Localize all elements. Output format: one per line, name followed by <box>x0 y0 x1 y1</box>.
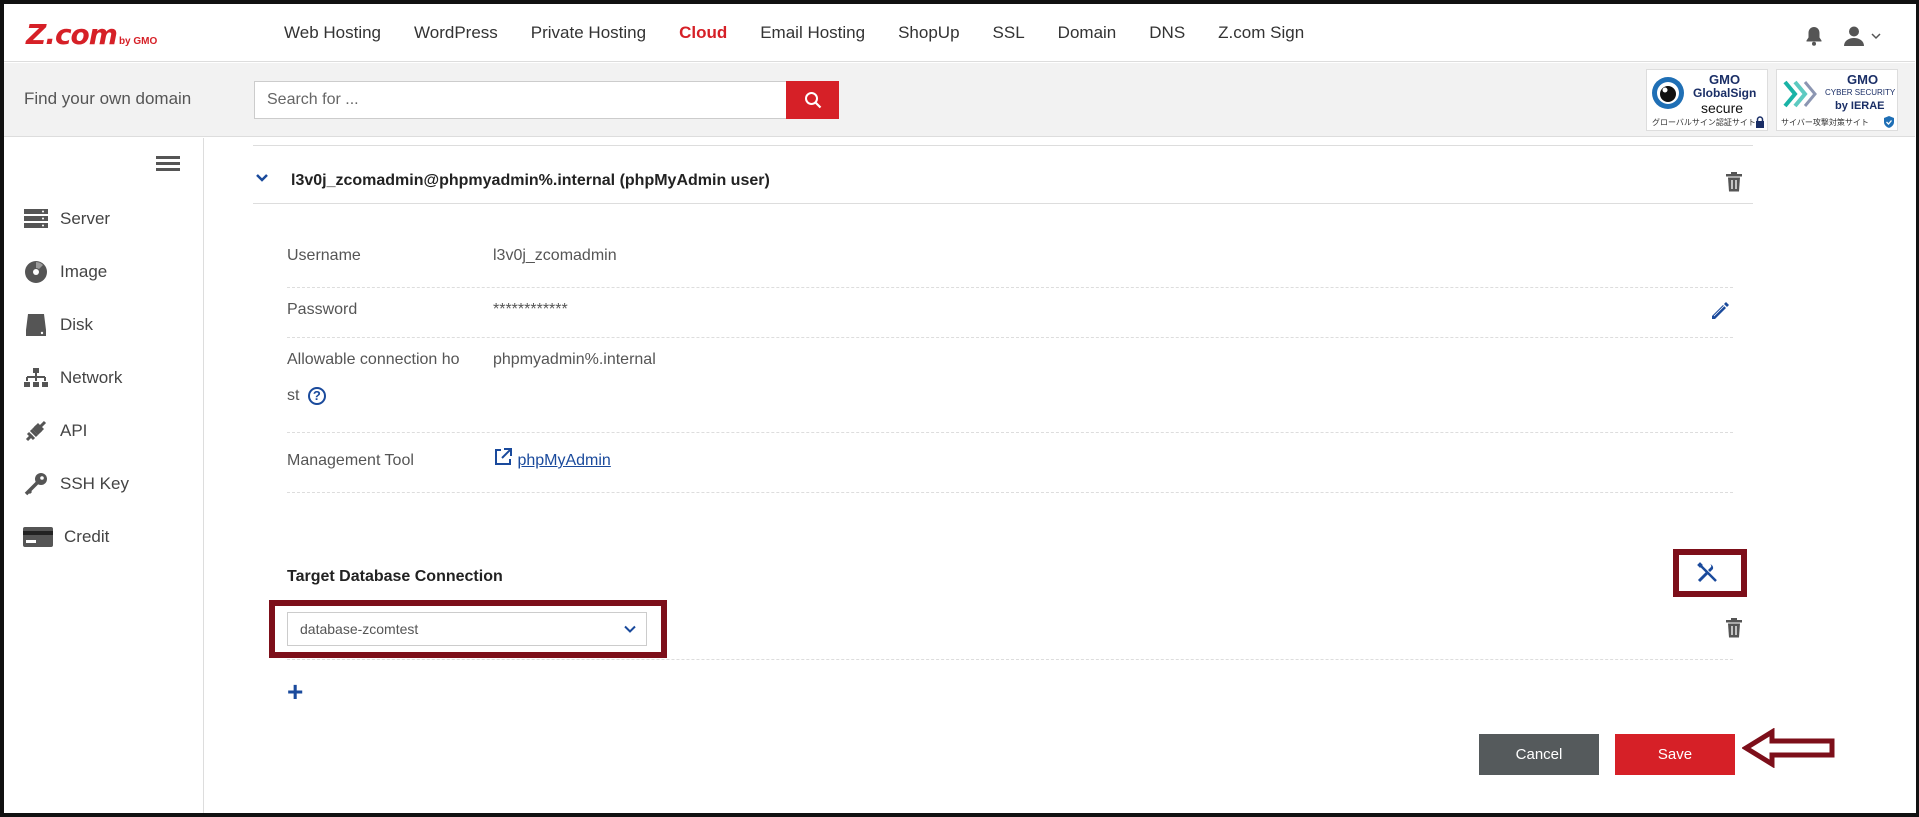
add-connection-plus-icon[interactable]: + <box>287 678 303 706</box>
db-user-accordion-header[interactable]: l3v0j_zcomadmin@phpmyadmin%.internal (ph… <box>253 160 1753 204</box>
chevron-down-icon <box>624 625 636 633</box>
allowable-host-label-line2: st <box>287 387 300 404</box>
password-row: Password ************ <box>287 288 1733 338</box>
cancel-button[interactable]: Cancel <box>1479 734 1599 775</box>
sidebar-item-label: Network <box>60 368 123 387</box>
management-tool-link-wrap: phpMyAdmin <box>493 443 611 479</box>
network-icon <box>22 366 50 390</box>
user-menu[interactable] <box>1843 24 1883 48</box>
globalsign-gmo-text: GMO <box>1709 72 1741 87</box>
sidebar-item-label: Server <box>60 209 111 228</box>
nav-shopup[interactable]: ShopUp <box>898 23 959 43</box>
management-tool-label: Management Tool <box>287 452 414 469</box>
sidebar-item-network[interactable]: Network <box>22 363 122 393</box>
main-menu: Web Hosting WordPress Private Hosting Cl… <box>284 4 1337 62</box>
tools-wrench-icon[interactable] <box>1696 562 1720 584</box>
phpmyadmin-link[interactable]: phpMyAdmin <box>517 452 610 469</box>
username-row: Username l3v0j_zcomadmin <box>287 238 1733 288</box>
sidebar-item-label: SSH Key <box>60 474 129 493</box>
ierae-footer: サイバー攻撃対策サイト <box>1781 118 1869 127</box>
sidebar-item-credit[interactable]: Credit <box>22 522 109 552</box>
nav-web-hosting[interactable]: Web Hosting <box>284 23 381 43</box>
external-link-icon <box>495 448 512 465</box>
username-label: Username <box>287 247 361 264</box>
password-label: Password <box>287 301 358 318</box>
db-user-title: l3v0j_zcomadmin@phpmyadmin%.internal (ph… <box>291 172 770 189</box>
target-db-title: Target Database Connection <box>287 568 503 585</box>
username-value: l3v0j_zcomadmin <box>493 247 617 264</box>
domain-search-input[interactable] <box>254 81 787 119</box>
credit-card-icon <box>22 525 54 549</box>
target-db-select[interactable]: database-zcomtest <box>287 612 647 646</box>
nav-domain[interactable]: Domain <box>1058 23 1117 43</box>
sidebar-item-server[interactable]: Server <box>22 204 110 234</box>
annotation-arrow-icon <box>1742 728 1835 768</box>
sidebar-item-label: Credit <box>64 527 110 546</box>
search-button[interactable] <box>786 81 839 119</box>
target-db-selected-value: database-zcomtest <box>300 621 419 637</box>
edit-pencil-icon[interactable] <box>1709 300 1731 322</box>
globalsign-badge[interactable]: GMO GlobalSign secure グローバルサイン認証サイト <box>1646 69 1768 131</box>
sidebar-item-image[interactable]: Image <box>22 257 107 287</box>
nav-email-hosting[interactable]: Email Hosting <box>760 23 865 43</box>
shield-check-icon <box>1884 116 1894 128</box>
api-plug-icon <box>22 419 50 443</box>
save-button[interactable]: Save <box>1615 734 1735 775</box>
server-icon <box>22 207 50 231</box>
trash-icon[interactable] <box>1725 172 1743 192</box>
key-icon <box>22 472 50 496</box>
main-content: l3v0j_zcomadmin@phpmyadmin%.internal (ph… <box>205 138 1911 813</box>
hamburger-menu-icon[interactable] <box>156 156 180 172</box>
divider <box>253 145 1753 146</box>
ierae-by-text: by IERAE <box>1835 100 1885 112</box>
sidebar-item-ssh-key[interactable]: SSH Key <box>22 469 129 499</box>
allowable-host-label: Allowable connection ho st ? <box>287 342 487 414</box>
disk-icon <box>22 313 50 337</box>
globalsign-secure: secure <box>1701 100 1744 116</box>
password-value: ************ <box>493 301 568 318</box>
nav-zcom-sign[interactable]: Z.com Sign <box>1218 23 1304 43</box>
sidebar-item-label: Disk <box>60 315 94 334</box>
sidebar-item-disk[interactable]: Disk <box>22 310 93 340</box>
nav-dns[interactable]: DNS <box>1149 23 1185 43</box>
find-domain-label: Find your own domain <box>24 89 192 108</box>
bell-icon[interactable] <box>1805 26 1823 46</box>
ierae-badge[interactable]: GMO CYBER SECURITY by IERAE サイバー攻撃対策サイト <box>1776 69 1898 131</box>
lock-icon <box>1756 116 1764 128</box>
sidebar-item-label: API <box>60 421 88 440</box>
nav-cloud[interactable]: Cloud <box>679 23 727 43</box>
help-question-icon[interactable]: ? <box>307 386 326 405</box>
sidebar-item-api[interactable]: API <box>22 416 87 446</box>
domain-search-bar: Find your own domain GMO GlobalSign secu… <box>4 63 1915 137</box>
divider <box>287 659 1733 660</box>
allowable-host-row: Allowable connection ho st ? phpmyadmin%… <box>287 338 1733 433</box>
allowable-host-label-line1: Allowable connection ho <box>287 351 460 368</box>
nav-ssl[interactable]: SSL <box>993 23 1025 43</box>
ierae-logo-icon <box>1783 80 1817 108</box>
nav-private-hosting[interactable]: Private Hosting <box>531 23 646 43</box>
globalsign-name: GlobalSign <box>1693 86 1757 100</box>
sidebar-item-label: Image <box>60 262 108 281</box>
allowable-host-value: phpmyadmin%.internal <box>493 351 656 368</box>
ierae-gmo-text: GMO <box>1847 72 1879 87</box>
zcom-logo[interactable]: Z.com by GMO <box>26 18 158 51</box>
top-nav: Z.com by GMO Web Hosting WordPress Priva… <box>4 4 1915 62</box>
logo-sub-text: by GMO <box>118 36 158 47</box>
management-tool-row: Management Tool phpMyAdmin <box>287 433 1733 493</box>
nav-wordpress[interactable]: WordPress <box>414 23 498 43</box>
image-disc-icon <box>22 260 50 284</box>
globalsign-footer: グローバルサイン認証サイト <box>1652 118 1756 127</box>
chevron-down-icon[interactable] <box>255 172 269 184</box>
chevron-down-icon <box>1871 33 1881 40</box>
trash-icon[interactable] <box>1725 618 1743 638</box>
sidebar: Server Image Disk Network API SSH Key Cr… <box>4 138 204 813</box>
logo-text: Z.com <box>26 18 118 51</box>
search-icon <box>804 92 821 109</box>
ierae-cyber-security: CYBER SECURITY <box>1825 88 1896 97</box>
globalsign-eye-icon <box>1652 77 1684 109</box>
user-icon <box>1844 26 1864 46</box>
